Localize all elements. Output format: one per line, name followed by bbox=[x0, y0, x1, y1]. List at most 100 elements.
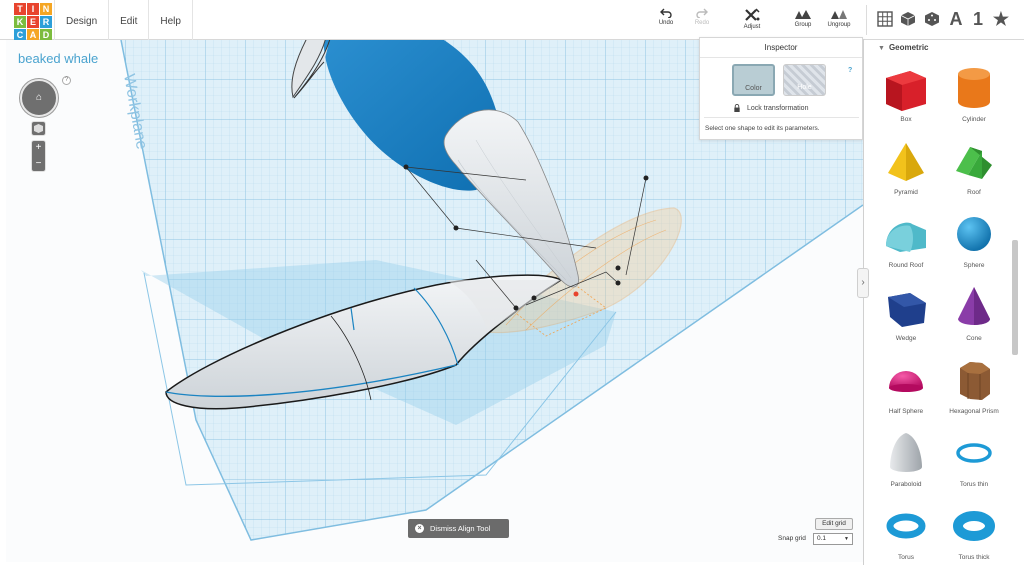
main-menu: Design Edit Help bbox=[54, 0, 193, 40]
text-shapes-button[interactable]: A bbox=[944, 8, 968, 30]
toolbar-divider bbox=[866, 5, 867, 35]
redo-button[interactable]: Redo bbox=[682, 8, 722, 26]
shape-label: Pyramid bbox=[894, 189, 918, 196]
shape-hexagonal-prism[interactable]: Hexagonal Prism bbox=[939, 354, 1009, 424]
shape-torus[interactable]: Torus bbox=[871, 500, 941, 565]
group-button[interactable]: Group bbox=[783, 8, 823, 28]
grid-icon bbox=[877, 11, 893, 27]
shape-label: Cylinder bbox=[962, 116, 986, 123]
cylinder-icon bbox=[958, 68, 990, 108]
shape-label: Cone bbox=[966, 335, 982, 342]
adjust-icon bbox=[745, 8, 760, 21]
collapse-panel-button[interactable]: › bbox=[857, 268, 869, 298]
cube-icon bbox=[900, 12, 916, 26]
menu-edit[interactable]: Edit bbox=[108, 0, 148, 40]
shape-roof[interactable]: Roof bbox=[939, 135, 1009, 205]
dice-icon bbox=[925, 12, 939, 26]
shape-torus-thick[interactable]: Torus thick bbox=[939, 500, 1009, 565]
cube-view-button[interactable] bbox=[896, 8, 920, 30]
shape-torus-thin[interactable]: Torus thin bbox=[939, 427, 1009, 497]
shape-wedge[interactable]: Wedge bbox=[871, 281, 941, 351]
shape-label: Round Roof bbox=[888, 262, 924, 269]
shape-label: Torus thick bbox=[958, 554, 990, 561]
logo-letter: T bbox=[14, 3, 26, 15]
snap-grid-select[interactable]: 0.1 ▼ bbox=[813, 533, 853, 545]
favorites-button[interactable]: ★ bbox=[989, 8, 1013, 30]
undo-button[interactable]: Undo bbox=[646, 8, 686, 26]
round-roof-icon bbox=[886, 222, 926, 252]
shape-paraboloid[interactable]: Paraboloid bbox=[871, 427, 941, 497]
shape-cylinder[interactable]: Cylinder bbox=[939, 62, 1009, 132]
project-title[interactable]: beaked whale bbox=[18, 51, 98, 66]
sphere-icon bbox=[957, 217, 991, 251]
menu-design[interactable]: Design bbox=[54, 0, 108, 40]
tinkercad-logo[interactable]: T I N K E R C A D bbox=[14, 3, 52, 41]
geometric-section-header[interactable]: ▼ Geometric bbox=[878, 43, 929, 52]
lock-icon bbox=[734, 104, 740, 112]
shape-sphere[interactable]: Sphere bbox=[939, 208, 1009, 278]
dice-view-button[interactable] bbox=[920, 8, 944, 30]
torus-thin-icon bbox=[956, 443, 992, 463]
view-cube-button[interactable] bbox=[31, 121, 46, 136]
redo-icon bbox=[696, 8, 708, 18]
cone-icon bbox=[958, 287, 990, 325]
torus-icon bbox=[886, 513, 926, 539]
shape-label: Torus thin bbox=[959, 481, 989, 488]
shape-label: Box bbox=[900, 116, 912, 123]
hexagonal-prism-icon bbox=[960, 362, 990, 400]
shapes-panel-scrollbar[interactable] bbox=[1012, 240, 1018, 355]
zoom-out-button[interactable]: − bbox=[31, 156, 46, 171]
shape-pyramid[interactable]: Pyramid bbox=[871, 135, 941, 205]
number-shapes-button[interactable]: 1 bbox=[966, 8, 990, 30]
dismiss-label: Dismiss Align Tool bbox=[430, 524, 491, 533]
hole-swatch[interactable]: Hole bbox=[783, 64, 826, 96]
adjust-button[interactable]: Adjust bbox=[732, 8, 772, 30]
chevron-down-icon: ▼ bbox=[844, 536, 849, 542]
dismiss-align-tool-button[interactable]: × Dismiss Align Tool bbox=[408, 519, 509, 538]
snap-grid-label: Snap grid bbox=[778, 535, 806, 542]
shape-label: Sphere bbox=[963, 262, 985, 269]
shape-label: Half Sphere bbox=[888, 408, 924, 415]
shape-round-roof[interactable]: Round Roof bbox=[871, 208, 941, 278]
ungroup-button[interactable]: Ungroup bbox=[819, 8, 859, 28]
redo-label: Redo bbox=[694, 20, 710, 26]
top-bar: T I N K E R C A D Design Edit Help Undo … bbox=[0, 0, 1024, 41]
logo-letter: I bbox=[27, 3, 39, 15]
inspector-help-icon[interactable]: ? bbox=[848, 67, 852, 74]
logo-letter: R bbox=[40, 16, 52, 28]
torus-thick-icon bbox=[953, 511, 995, 541]
divider bbox=[704, 117, 859, 118]
menu-help[interactable]: Help bbox=[148, 0, 193, 40]
ungroup-icon bbox=[831, 10, 847, 19]
cube-icon bbox=[34, 124, 43, 133]
shape-label: Wedge bbox=[895, 335, 917, 342]
logo-letter: K bbox=[14, 16, 26, 28]
shape-cone[interactable]: Cone bbox=[939, 281, 1009, 351]
inspector-title: Inspector bbox=[764, 43, 798, 52]
home-view-icon[interactable]: ⌂ bbox=[33, 92, 45, 104]
lock-label: Lock transformation bbox=[747, 104, 809, 112]
group-label: Group bbox=[794, 22, 812, 28]
shape-box[interactable]: Box bbox=[871, 62, 941, 132]
shape-label: Hexagonal Prism bbox=[949, 408, 999, 415]
shape-label: Torus bbox=[898, 554, 914, 561]
ungroup-label: Ungroup bbox=[827, 22, 851, 28]
zoom-in-button[interactable]: + bbox=[31, 140, 46, 155]
logo-letter: E bbox=[27, 16, 39, 28]
shape-label: Roof bbox=[967, 189, 981, 196]
inspector-hint: Select one shape to edit its parameters. bbox=[705, 125, 820, 132]
box-icon bbox=[886, 71, 926, 111]
logo-letter: N bbox=[40, 3, 52, 15]
grid-view-button[interactable] bbox=[873, 8, 897, 30]
inspector-panel: Inspector Color Hole ? Lock transformati… bbox=[699, 37, 863, 140]
divider bbox=[700, 57, 862, 58]
lock-transformation-toggle[interactable]: Lock transformation bbox=[733, 104, 808, 112]
color-swatch[interactable]: Color bbox=[732, 64, 775, 96]
adjust-label: Adjust bbox=[743, 24, 761, 30]
wedge-icon bbox=[888, 293, 926, 327]
project-help-icon[interactable]: ? bbox=[62, 76, 71, 85]
edit-grid-button[interactable]: Edit grid bbox=[815, 518, 853, 530]
shape-half-sphere[interactable]: Half Sphere bbox=[871, 354, 941, 424]
paraboloid-icon bbox=[890, 433, 922, 472]
close-icon: × bbox=[415, 524, 424, 533]
